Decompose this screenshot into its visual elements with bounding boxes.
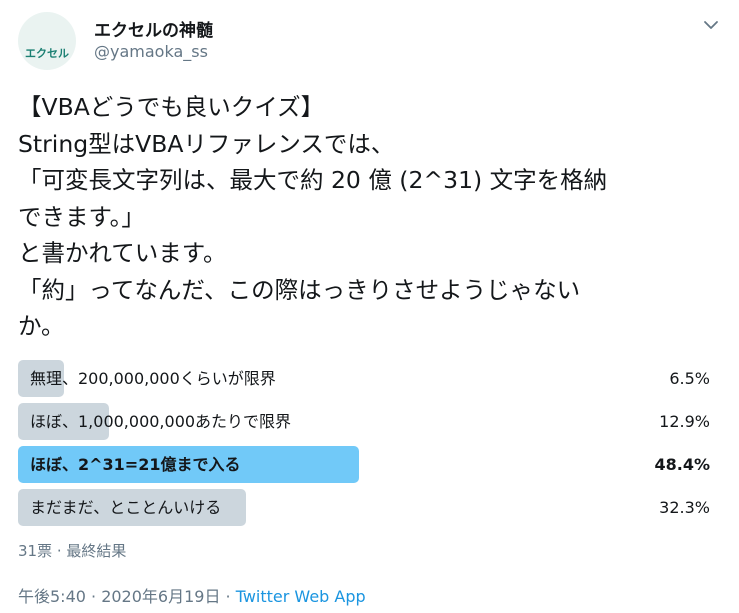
- tweet-source-link[interactable]: Twitter Web App: [236, 587, 366, 606]
- poll-option[interactable]: 無理、200,000,000くらいが限界 6.5%: [18, 360, 710, 397]
- tweet-text-line: 「約」ってなんだ、この際はっきりさせようじゃない: [18, 275, 581, 304]
- chevron-down-icon[interactable]: [700, 14, 722, 36]
- tweet-meta: 午後5:40 · 2020年6月19日 · Twitter Web App: [18, 583, 366, 607]
- tweet-text-line: と書かれています。: [18, 239, 227, 267]
- tweet-text-line: 「可変長文字列は、最大で約 20 億 (2^31) 文字を格納: [18, 166, 608, 194]
- author-display-name[interactable]: エクセルの神髄: [94, 16, 213, 41]
- poll-option-label: ほぼ、1,000,000,000あたりで限界: [30, 412, 292, 431]
- tweet-text-line: 【VBAどうでも良いクイズ】: [18, 93, 325, 121]
- tweet-text-line: String型はVBAリファレンスでは、: [18, 129, 395, 158]
- avatar-logo-text: エクセル の 神髄: [18, 21, 76, 70]
- tweet-text-line: できます。」: [18, 202, 145, 231]
- avatar-line-1: エクセル: [25, 47, 69, 60]
- poll-option-percent: 12.9%: [659, 412, 710, 431]
- tweet-header: エクセル の 神髄 エクセルの神髄 @yamaoka_ss: [18, 12, 722, 70]
- meta-separator: ·: [220, 587, 236, 606]
- tweet-text-line: か。: [18, 312, 65, 340]
- poll-option-label: 無理、200,000,000くらいが限界: [30, 369, 276, 388]
- poll-option[interactable]: ほぼ、1,000,000,000あたりで限界 12.9%: [18, 403, 710, 440]
- poll-option[interactable]: まだまだ、とことんいける 32.3%: [18, 489, 710, 526]
- tweet-timestamp[interactable]: 午後5:40 · 2020年6月19日: [18, 587, 220, 606]
- poll-option[interactable]: ほぼ、2^31=21億まで入る 48.4%: [18, 446, 710, 483]
- poll: 無理、200,000,000くらいが限界 6.5% ほぼ、1,000,000,0…: [18, 360, 710, 532]
- poll-option-percent: 6.5%: [669, 369, 710, 388]
- poll-option-label: まだまだ、とことんいける: [30, 498, 222, 517]
- poll-footer: 31票 · 最終結果: [18, 542, 127, 560]
- poll-option-percent: 48.4%: [654, 455, 710, 474]
- tweet-text: 【VBAどうでも良いクイズ】 String型はVBAリファレンスでは、 「可変長…: [18, 89, 718, 345]
- author-handle[interactable]: @yamaoka_ss: [94, 42, 208, 61]
- poll-option-label: ほぼ、2^31=21億まで入る: [30, 455, 241, 474]
- poll-option-percent: 32.3%: [659, 498, 710, 517]
- avatar[interactable]: エクセル の 神髄: [18, 12, 76, 70]
